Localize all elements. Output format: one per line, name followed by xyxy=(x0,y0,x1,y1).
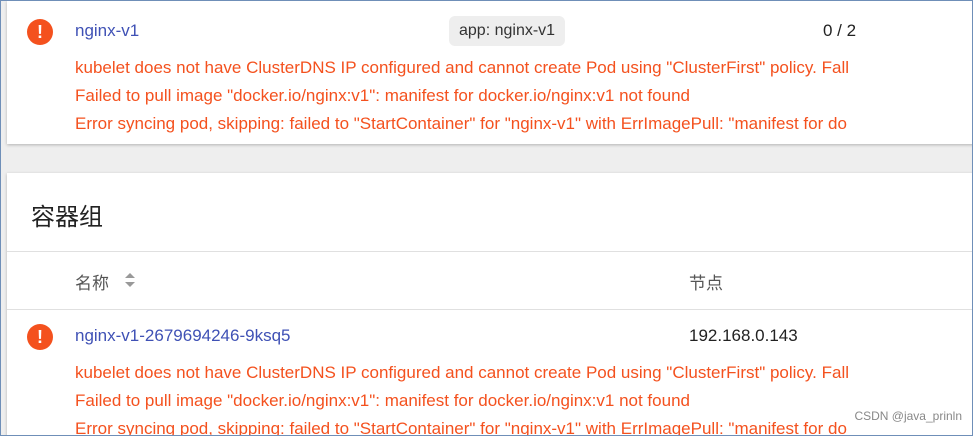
sort-icon[interactable] xyxy=(124,271,136,289)
error-icon: ! xyxy=(27,19,53,45)
pod-name-link[interactable]: nginx-v1-2679694246-9ksq5 xyxy=(75,326,291,346)
screenshot-frame: ! nginx-v1 app: nginx-v1 0 / 2 kubelet d… xyxy=(0,0,973,436)
label-chip[interactable]: app: nginx-v1 xyxy=(449,16,566,46)
title-divider xyxy=(7,251,972,252)
error-icon: ! xyxy=(27,324,53,350)
workload-error-1: kubelet does not have ClusterDNS IP conf… xyxy=(75,58,850,77)
pod-error-3: Error syncing pod, skipping: failed to "… xyxy=(75,419,847,436)
pods-count: 0 / 2 xyxy=(823,21,857,40)
section-title: 容器组 xyxy=(31,203,103,231)
pods-card: 容器组 名称 节点 ! nginx-v1-2679694246-9ksq5 19… xyxy=(7,173,972,436)
workload-card: ! nginx-v1 app: nginx-v1 0 / 2 kubelet d… xyxy=(7,1,972,144)
pod-node: 192.168.0.143 xyxy=(689,326,798,345)
pod-error-2: Failed to pull image "docker.io/nginx:v1… xyxy=(75,391,690,410)
watermark: CSDN @java_prinln xyxy=(854,409,962,423)
workload-error-2: Failed to pull image "docker.io/nginx:v1… xyxy=(75,86,690,105)
pod-error-1: kubelet does not have ClusterDNS IP conf… xyxy=(75,363,850,382)
column-header-node: 节点 xyxy=(689,274,723,294)
header-divider xyxy=(7,309,972,310)
workload-name-link[interactable]: nginx-v1 xyxy=(75,21,139,41)
column-header-name[interactable]: 名称 xyxy=(75,269,109,294)
workload-error-3: Error syncing pod, skipping: failed to "… xyxy=(75,114,847,133)
